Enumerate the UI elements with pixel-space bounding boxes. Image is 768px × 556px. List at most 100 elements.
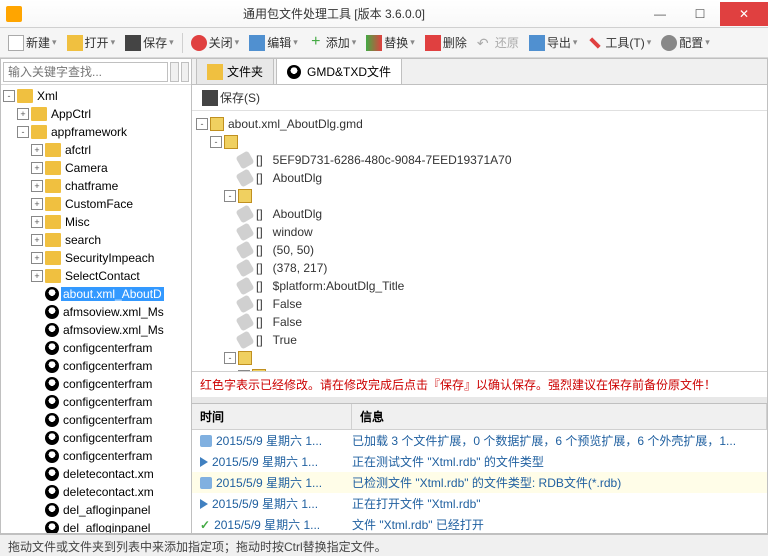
log-col-time[interactable]: 时间: [192, 404, 352, 429]
tree-item[interactable]: configcenterfram: [61, 413, 154, 427]
file-icon: [210, 117, 224, 131]
prop-item[interactable]: [] AboutDlg: [256, 171, 322, 185]
add-button[interactable]: +添加▾: [304, 32, 361, 53]
edit-button[interactable]: 编辑▾: [245, 32, 302, 53]
prop-item[interactable]: [] True: [256, 333, 297, 347]
right-panel: 文件夹 GMD&TXD文件 保存(S) -about.xml_AboutDlg.…: [192, 58, 768, 534]
prop-item[interactable]: [] False: [256, 315, 302, 329]
folder-icon: [45, 251, 61, 265]
expand-icon[interactable]: +: [31, 198, 43, 210]
maximize-button[interactable]: ☐: [680, 2, 720, 26]
new-button[interactable]: 新建▾: [4, 32, 61, 53]
tree-item[interactable]: SecurityImpeach: [63, 251, 156, 265]
tree-item[interactable]: afctrl: [63, 143, 93, 157]
save-button[interactable]: 保存▾: [121, 32, 178, 53]
log-message: 正在打开文件 "Xtml.rdb": [352, 495, 767, 512]
close-file-button[interactable]: 关闭▾: [187, 32, 244, 53]
log-header: 时间 信息: [192, 404, 767, 430]
tree-item[interactable]: deletecontact.xm: [61, 485, 156, 499]
close-button[interactable]: ✕: [720, 2, 768, 26]
gear-icon: [661, 35, 677, 51]
tree-item[interactable]: configcenterfram: [61, 431, 154, 445]
expand-icon[interactable]: +: [31, 234, 43, 246]
tree-item[interactable]: del_afloginpanel: [61, 503, 152, 517]
tree-item[interactable]: deletecontact.xm: [61, 467, 156, 481]
folder-icon: [45, 197, 61, 211]
save-props-button[interactable]: 保存(S): [198, 87, 264, 108]
log-col-msg[interactable]: 信息: [352, 404, 767, 429]
file-icon: [45, 305, 59, 319]
expand-icon[interactable]: +: [31, 270, 43, 282]
folder-icon: [45, 269, 61, 283]
property-tree[interactable]: -about.xml_AboutDlg.gmd-[] 5EF9D731-6286…: [192, 111, 767, 371]
tree-root[interactable]: Xml: [35, 89, 60, 103]
tree-item[interactable]: Misc: [63, 215, 92, 229]
tree-item[interactable]: CustomFace: [63, 197, 135, 211]
log-message: 已加载 3 个文件扩展，0 个数据扩展，6 个预览扩展，6 个外壳扩展，1...: [352, 432, 767, 449]
expand-icon[interactable]: +: [31, 144, 43, 156]
expand-icon[interactable]: +: [31, 252, 43, 264]
delete-button[interactable]: 删除: [421, 32, 471, 53]
file-tree[interactable]: - Xml + AppCtrl - appframework + afctrl + Camera…: [1, 85, 191, 533]
prop-item[interactable]: [] (378, 217): [256, 261, 327, 275]
tools-button[interactable]: 工具(T)▾: [583, 32, 655, 53]
check-icon: ✓: [200, 518, 210, 532]
undo-button[interactable]: ↶还原: [473, 32, 523, 53]
expand-icon[interactable]: +: [31, 180, 43, 192]
tab-files[interactable]: 文件夹: [196, 58, 274, 84]
config-button[interactable]: 配置▾: [657, 32, 714, 53]
export-icon: [529, 35, 545, 51]
prop-item[interactable]: [] window: [256, 225, 313, 239]
expand-icon[interactable]: -: [3, 90, 15, 102]
folder-icon: [45, 233, 61, 247]
tree-item[interactable]: configcenterfram: [61, 341, 154, 355]
tree-item[interactable]: configcenterfram: [61, 395, 154, 409]
expand-icon[interactable]: +: [17, 108, 29, 120]
log-time: 2015/5/9 星期六 1...: [192, 453, 352, 470]
tree-item[interactable]: del_afloginpanel: [61, 521, 152, 533]
tree-item[interactable]: chatframe: [63, 179, 120, 193]
tree-item[interactable]: SelectContact: [63, 269, 142, 283]
prop-item[interactable]: [] $platform:AboutDlg_Title: [256, 279, 404, 293]
prop-item[interactable]: [] False: [256, 297, 302, 311]
tree-item[interactable]: afmsoview.xml_Ms: [61, 323, 166, 337]
prop-item[interactable]: [] (50, 50): [256, 243, 314, 257]
node-icon: [238, 351, 252, 365]
file-icon: [45, 377, 59, 391]
export-button[interactable]: 导出▾: [525, 32, 582, 53]
open-button[interactable]: 打开▾: [63, 32, 120, 53]
log-time: 2015/5/9 星期六 1...: [192, 495, 352, 512]
tool-icon: [590, 37, 601, 48]
tree-item[interactable]: search: [63, 233, 103, 247]
info-icon: [200, 477, 212, 489]
log-rows[interactable]: 2015/5/9 星期六 1...已加载 3 个文件扩展，0 个数据扩展，6 个…: [192, 430, 767, 533]
filter-button-1[interactable]: [170, 62, 179, 82]
filter-button-2[interactable]: [181, 62, 190, 82]
tree-item[interactable]: configcenterfram: [61, 377, 154, 391]
titlebar: 通用包文件处理工具 [版本 3.6.0.0] — ☐ ✕: [0, 0, 768, 28]
file-icon: [45, 521, 59, 533]
prop-item[interactable]: [] AboutDlg: [256, 207, 322, 221]
node-icon: [238, 189, 252, 203]
search-input[interactable]: [3, 62, 168, 82]
folder-icon: [45, 161, 61, 175]
expand-icon[interactable]: +: [31, 216, 43, 228]
tree-item[interactable]: configcenterfram: [61, 359, 154, 373]
left-panel: - Xml + AppCtrl - appframework + afctrl + Camera…: [0, 58, 192, 534]
tree-item[interactable]: AppCtrl: [49, 107, 93, 121]
replace-icon: [366, 35, 382, 51]
tree-item[interactable]: configcenterfram: [61, 449, 154, 463]
expand-icon[interactable]: -: [17, 126, 29, 138]
key-icon: [235, 312, 254, 331]
replace-button[interactable]: 替换▾: [362, 32, 419, 53]
prop-file[interactable]: about.xml_AboutDlg.gmd: [228, 117, 363, 131]
tab-gmd[interactable]: GMD&TXD文件: [276, 58, 402, 84]
tree-item[interactable]: afmsoview.xml_Ms: [61, 305, 166, 319]
prop-item[interactable]: [] 5EF9D731-6286-480c-9084-7EED19371A70: [256, 153, 512, 167]
penguin-icon: [287, 65, 301, 79]
tree-item[interactable]: about.xml_AboutD: [61, 287, 164, 301]
minimize-button[interactable]: —: [640, 2, 680, 26]
tree-item[interactable]: appframework: [49, 125, 129, 139]
tree-item[interactable]: Camera: [63, 161, 110, 175]
expand-icon[interactable]: +: [31, 162, 43, 174]
